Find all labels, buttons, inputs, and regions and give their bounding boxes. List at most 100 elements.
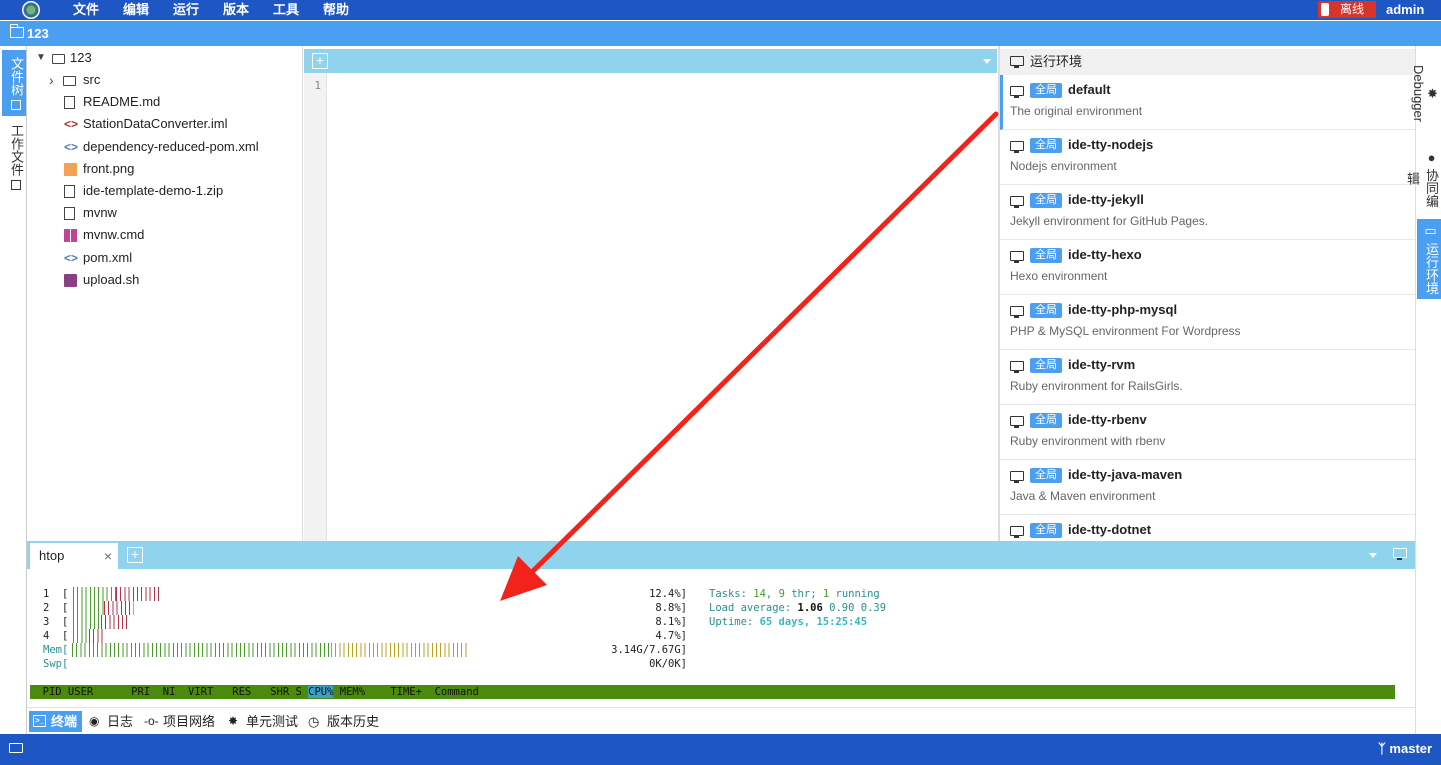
- terminal-tab-htop[interactable]: htop ×: [30, 543, 118, 569]
- tree-root[interactable]: ▼ 123: [36, 47, 236, 69]
- environment-item[interactable]: 全局 ide-tty-jekyll Jekyll environment for G…: [1000, 185, 1415, 240]
- tab-run-environment[interactable]: ▭ 运行环境: [1417, 219, 1441, 299]
- run-environment-label: 运行环境: [1424, 242, 1439, 295]
- environment-name: ide-tty-hexo: [1068, 247, 1142, 262]
- tree-item-label: upload.sh: [83, 271, 140, 287]
- tree-item-label: README.md: [83, 94, 161, 110]
- menu-edit[interactable]: 编辑: [123, 1, 149, 18]
- process-table-header[interactable]: PID USER PRI NI VIRT RES SHR S CPU% MEM%…: [30, 685, 1395, 699]
- tab-working-files[interactable]: 工作文件: [2, 116, 26, 198]
- zip-icon: [64, 185, 75, 198]
- cpu-label: 4 [: [43, 630, 69, 642]
- monitor-icon: [1010, 526, 1024, 538]
- offline-badge[interactable]: 离线: [1318, 1, 1376, 18]
- environment-description: The original environment: [1010, 104, 1143, 118]
- file-tree-icon: [11, 99, 21, 110]
- environment-item[interactable]: 全局 ide-tty-java-maven Java & Maven environ…: [1000, 460, 1415, 515]
- environment-item[interactable]: 全局 ide-tty-hexo Hexo environment: [1000, 240, 1415, 295]
- tree-item[interactable]: <> pom.xml: [49, 247, 299, 269]
- environment-item[interactable]: 全局 ide-tty-php-mysql PHP & MySQL environme…: [1000, 295, 1415, 350]
- environment-description: Java & Maven environment: [1010, 489, 1156, 503]
- user-menu[interactable]: admin: [1386, 1, 1424, 18]
- scope-badge: 全局: [1030, 468, 1062, 483]
- tree-item[interactable]: <> dependency-reduced-pom.xml: [49, 136, 299, 158]
- chevron-down-icon[interactable]: [1369, 553, 1377, 558]
- monitor-icon: ▭: [1424, 223, 1439, 239]
- scope-badge: 全局: [1030, 138, 1062, 153]
- scope-badge: 全局: [1030, 83, 1062, 98]
- app-logo-icon[interactable]: [22, 1, 40, 19]
- tree-item[interactable]: README.md: [49, 91, 299, 113]
- tree-item[interactable]: › src: [49, 69, 299, 91]
- code-editor[interactable]: + 1: [304, 46, 997, 541]
- chevron-right-icon[interactable]: ›: [49, 69, 54, 91]
- environment-item[interactable]: 全局 ide-tty-dotnet: [1000, 515, 1415, 541]
- monitor-icon: [1010, 251, 1024, 263]
- chevron-down-icon[interactable]: [983, 59, 991, 64]
- cpu-label: 3 [: [43, 616, 69, 628]
- tab-unit-test[interactable]: ✸ 单元测试: [224, 711, 298, 732]
- environment-name: default: [1068, 82, 1111, 97]
- tab-version-history[interactable]: ◷ 版本历史: [305, 711, 379, 732]
- chevron-down-icon: ▼: [36, 52, 46, 63]
- environment-name: ide-tty-php-mysql: [1068, 302, 1178, 317]
- monitor-icon[interactable]: [9, 743, 23, 753]
- file-tree: ▼ 123 › src README.md <> StationDataConverte…: [27, 46, 303, 541]
- terminal-output[interactable]: 1 [12.4%] 2 [8.8%] 3 [8.1%] 4 [4.7%] Mem[ 3…: [27, 569, 1415, 707]
- tree-item-label: pom.xml: [83, 249, 133, 265]
- environment-item[interactable]: 全局 ide-tty-rbenv Ruby environment with rbe…: [1000, 405, 1415, 460]
- tab-terminal[interactable]: >_ 终端: [29, 711, 83, 732]
- tree-item[interactable]: ide-template-demo-1.zip: [49, 180, 299, 202]
- tree-item[interactable]: front.png: [49, 158, 299, 180]
- tab-log[interactable]: ◉ 日志: [85, 711, 133, 732]
- environment-description: Ruby environment for RailsGirls.: [1010, 379, 1183, 393]
- monitor-icon: [1010, 196, 1024, 208]
- environment-name: ide-tty-java-maven: [1068, 467, 1183, 482]
- project-path[interactable]: 123: [27, 26, 49, 41]
- uptime-line: Uptime: 65 days, 15:25:45: [709, 616, 868, 628]
- tab-file-tree[interactable]: 文件树: [2, 50, 26, 116]
- environment-panel-header: 运行环境: [1000, 49, 1415, 75]
- environment-item[interactable]: 全局 default The original environment: [1000, 75, 1415, 130]
- editor-tab-bar: +: [304, 49, 997, 73]
- environment-item[interactable]: 全局 ide-tty-rvm Ruby environment for RailsG…: [1000, 350, 1415, 405]
- environment-name: ide-tty-jekyll: [1068, 192, 1144, 207]
- tab-collab-edit[interactable]: ● 协同编辑: [1405, 141, 1441, 216]
- tree-item[interactable]: mvnw: [49, 202, 299, 224]
- tree-item-label: src: [83, 72, 101, 87]
- folder-icon: [63, 76, 76, 86]
- environment-item[interactable]: 全局 ide-tty-nodejs Nodejs environment: [1000, 130, 1415, 185]
- menu-run[interactable]: 运行: [173, 1, 199, 18]
- tab-project-network[interactable]: -o- 项目网络: [141, 711, 215, 732]
- menu-file[interactable]: 文件: [73, 1, 99, 18]
- menu-version[interactable]: 版本: [223, 1, 249, 18]
- history-icon: ◷: [308, 714, 320, 729]
- tree-item[interactable]: <> StationDataConverter.iml: [49, 113, 299, 135]
- menu-tools[interactable]: 工具: [273, 1, 299, 18]
- load-average-line: Load average: 1.06 0.90 0.39: [709, 602, 887, 614]
- debugger-label: Debugger: [1411, 65, 1426, 123]
- left-rail: 文件树 工作文件: [0, 46, 27, 734]
- environment-panel-title: 运行环境: [1030, 54, 1083, 69]
- new-terminal-icon[interactable]: +: [127, 547, 143, 563]
- terminal-tab-label: 终端: [51, 714, 78, 729]
- scope-badge: 全局: [1030, 413, 1062, 428]
- tree-item-label: front.png: [83, 160, 135, 176]
- close-icon[interactable]: ×: [104, 543, 112, 569]
- maximize-icon[interactable]: [1393, 548, 1407, 560]
- bottom-panel-tabs: >_ 终端 ◉ 日志 -o- 项目网络 ✸ 单元测试 ◷ 版本历史: [27, 707, 1415, 734]
- tree-item[interactable]: mvnw.cmd: [49, 224, 299, 246]
- cpu-percent: 12.4%]: [649, 588, 687, 600]
- terminal-tab-label: htop: [39, 548, 65, 563]
- environment-description: Jekyll environment for GitHub Pages.: [1010, 214, 1209, 228]
- tab-debugger[interactable]: ✸ Debugger: [1411, 54, 1441, 134]
- environment-name: ide-tty-rvm: [1068, 357, 1136, 372]
- menu-help[interactable]: 帮助: [323, 1, 349, 18]
- iml-icon: <>: [64, 117, 79, 132]
- cpu-bar-user: [73, 615, 101, 629]
- new-tab-icon[interactable]: +: [312, 53, 328, 69]
- git-branch[interactable]: ᛉ master: [1378, 741, 1432, 756]
- tree-root-label: 123: [70, 50, 92, 65]
- path-bar: 123: [0, 21, 1441, 46]
- tree-item[interactable]: upload.sh: [49, 269, 299, 291]
